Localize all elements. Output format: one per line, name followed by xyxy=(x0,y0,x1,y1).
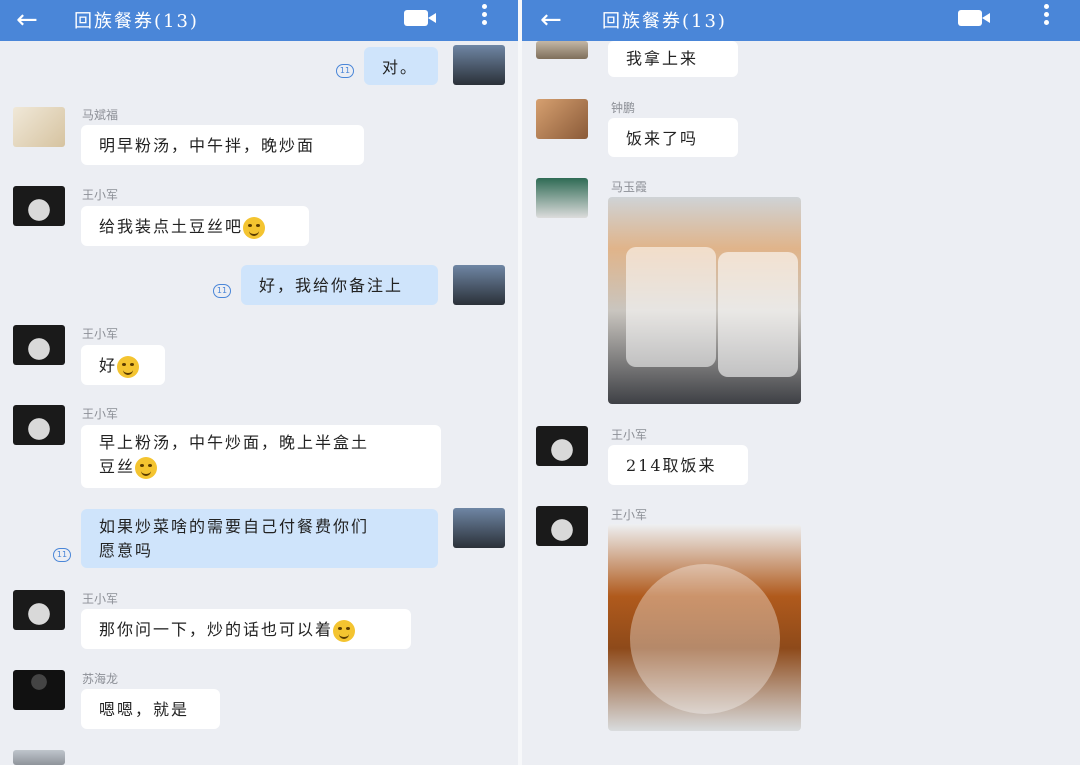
avatar[interactable] xyxy=(453,508,505,548)
sender-name: 王小军 xyxy=(82,327,119,341)
message-bubble[interactable]: 214取饭来 xyxy=(608,445,748,485)
avatar[interactable] xyxy=(536,41,588,59)
avatar[interactable] xyxy=(13,186,65,226)
sender-name: 王小军 xyxy=(82,407,119,421)
avatar[interactable] xyxy=(536,99,588,139)
top-app-bar: ← 回族餐券(13) xyxy=(0,0,518,41)
photo-message-food-bag[interactable] xyxy=(608,524,801,731)
sender-name: 马斌福 xyxy=(82,108,119,122)
sender-name: 钟鹏 xyxy=(611,101,636,115)
top-app-bar: ← 回族餐券(13) xyxy=(522,0,1080,41)
sender-name: 王小军 xyxy=(611,508,648,522)
chat-title: 回族餐券(13) xyxy=(74,11,199,32)
message-text-line: 愿意吗 xyxy=(99,541,154,560)
read-receipt-icon: 11 xyxy=(53,548,71,562)
bagged-container xyxy=(718,252,798,377)
message-bubble[interactable]: 早上粉汤，中午炒面，晚上半盒土 豆丝 xyxy=(81,425,441,488)
avatar[interactable] xyxy=(13,405,65,445)
read-receipt-icon: 11 xyxy=(336,64,354,78)
video-call-icon[interactable] xyxy=(404,10,436,26)
avatar[interactable] xyxy=(453,265,505,305)
back-arrow-icon[interactable]: ← xyxy=(16,6,38,34)
message-bubble[interactable]: 好 xyxy=(81,345,165,385)
avatar[interactable] xyxy=(13,670,65,710)
laugh-emoji-icon xyxy=(243,216,266,239)
message-bubble[interactable]: 对。 xyxy=(364,47,438,85)
message-bubble[interactable]: 饭来了吗 xyxy=(608,118,738,157)
message-bubble[interactable]: 嗯嗯，就是 xyxy=(81,689,220,729)
left-chat-screen: ← 回族餐券(13) 11 对。 马斌福 明早粉汤，中午拌，晚炒面 王小军 给我… xyxy=(0,0,518,765)
more-menu-icon[interactable] xyxy=(482,4,488,28)
sender-name: 王小军 xyxy=(611,428,648,442)
back-arrow-icon[interactable]: ← xyxy=(540,6,562,34)
plastic-bag xyxy=(630,564,780,714)
avatar[interactable] xyxy=(13,107,65,147)
sender-name: 马玉霞 xyxy=(611,180,648,194)
message-text: 给我装点土豆丝吧 xyxy=(99,217,244,236)
message-text: 那你问一下，炒的话也可以着 xyxy=(99,620,334,639)
message-bubble[interactable]: 那你问一下，炒的话也可以着 xyxy=(81,609,411,649)
avatar[interactable] xyxy=(13,325,65,365)
avatar[interactable] xyxy=(13,750,65,765)
bagged-container xyxy=(626,247,716,367)
sender-name: 王小军 xyxy=(82,592,119,606)
right-chat-screen: ← 回族餐券(13) 我拿上来 钟鹏 饭来了吗 马玉霞 王小军 214取饭来 王… xyxy=(522,0,1080,765)
chat-title: 回族餐券(13) xyxy=(602,11,727,32)
avatar[interactable] xyxy=(13,590,65,630)
message-text-line: 豆丝 xyxy=(99,455,423,479)
read-receipt-icon: 11 xyxy=(213,284,231,298)
avatar[interactable] xyxy=(536,506,588,546)
more-menu-icon[interactable] xyxy=(1044,4,1050,28)
smile-emoji-icon xyxy=(333,619,356,642)
message-text-line: 早上粉汤，中午炒面，晚上半盒土 xyxy=(99,433,370,452)
message-bubble[interactable]: 我拿上来 xyxy=(608,41,738,77)
sender-name: 苏海龙 xyxy=(82,672,119,686)
message-text-line: 如果炒菜啥的需要自己付餐费你们 xyxy=(99,517,370,536)
photo-message-food-containers[interactable] xyxy=(608,197,801,404)
message-bubble[interactable]: 好，我给你备注上 xyxy=(241,265,438,305)
smirk-emoji-icon xyxy=(135,456,158,479)
avatar[interactable] xyxy=(536,178,588,218)
avatar[interactable] xyxy=(453,45,505,85)
video-call-icon[interactable] xyxy=(958,10,990,26)
smirk-emoji-icon xyxy=(117,355,140,378)
message-text: 好 xyxy=(99,356,118,375)
message-bubble[interactable]: 明早粉汤，中午拌，晚炒面 xyxy=(81,125,364,165)
message-bubble[interactable]: 如果炒菜啥的需要自己付餐费你们 愿意吗 xyxy=(81,509,438,568)
sender-name: 王小军 xyxy=(82,188,119,202)
message-bubble[interactable]: 给我装点土豆丝吧 xyxy=(81,206,309,246)
avatar[interactable] xyxy=(536,426,588,466)
